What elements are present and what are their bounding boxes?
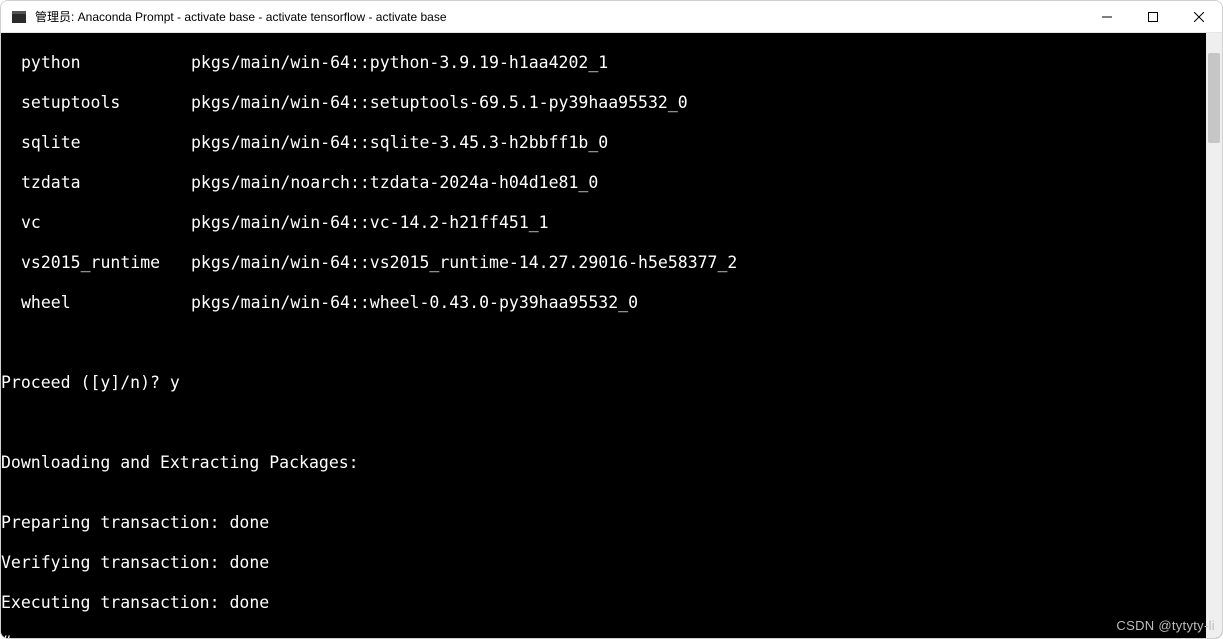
- package-spec: pkgs/main/win-64::sqlite-3.45.3-h2bbff1b…: [191, 133, 1206, 153]
- package-spec: pkgs/main/noarch::tzdata-2024a-h04d1e81_…: [191, 173, 1206, 193]
- titlebar[interactable]: 管理员: Anaconda Prompt - activate base - a…: [1, 1, 1222, 33]
- window-controls: [1084, 1, 1222, 32]
- minimize-button[interactable]: [1084, 1, 1130, 32]
- terminal-line: Executing transaction: done: [1, 593, 1206, 613]
- scrollbar-thumb[interactable]: [1208, 53, 1220, 143]
- terminal-body: pythonpkgs/main/win-64::python-3.9.19-h1…: [1, 33, 1222, 638]
- package-row: setuptoolspkgs/main/win-64::setuptools-6…: [1, 93, 1206, 113]
- terminal-window: 管理员: Anaconda Prompt - activate base - a…: [0, 0, 1223, 639]
- package-row: pythonpkgs/main/win-64::python-3.9.19-h1…: [1, 53, 1206, 73]
- proceed-prompt: Proceed ([y]/n)? y: [1, 373, 1206, 393]
- terminal-line: Verifying transaction: done: [1, 553, 1206, 573]
- package-row: tzdatapkgs/main/noarch::tzdata-2024a-h04…: [1, 173, 1206, 193]
- maximize-button[interactable]: [1130, 1, 1176, 32]
- package-row: sqlitepkgs/main/win-64::sqlite-3.45.3-h2…: [1, 133, 1206, 153]
- package-name: tzdata: [1, 173, 191, 193]
- close-button[interactable]: [1176, 1, 1222, 32]
- package-spec: pkgs/main/win-64::vc-14.2-h21ff451_1: [191, 213, 1206, 233]
- package-spec: pkgs/main/win-64::vs2015_runtime-14.27.2…: [191, 253, 1206, 273]
- terminal-line: #: [1, 633, 1206, 638]
- vertical-scrollbar[interactable]: [1206, 33, 1222, 638]
- terminal-line: Downloading and Extracting Packages:: [1, 453, 1206, 473]
- window-title: 管理员: Anaconda Prompt - activate base - a…: [35, 8, 1084, 25]
- package-spec: pkgs/main/win-64::setuptools-69.5.1-py39…: [191, 93, 1206, 113]
- terminal-line: Preparing transaction: done: [1, 513, 1206, 533]
- package-name: python: [1, 53, 191, 73]
- package-name: setuptools: [1, 93, 191, 113]
- terminal-icon: [11, 9, 27, 25]
- package-spec: pkgs/main/win-64::wheel-0.43.0-py39haa95…: [191, 293, 1206, 313]
- terminal-output[interactable]: pythonpkgs/main/win-64::python-3.9.19-h1…: [1, 33, 1206, 638]
- package-name: vc: [1, 213, 191, 233]
- package-name: sqlite: [1, 133, 191, 153]
- package-name: wheel: [1, 293, 191, 313]
- package-row: vs2015_runtimepkgs/main/win-64::vs2015_r…: [1, 253, 1206, 273]
- package-name: vs2015_runtime: [1, 253, 191, 273]
- watermark: CSDN @tytyty-li: [1116, 618, 1215, 633]
- package-row: vcpkgs/main/win-64::vc-14.2-h21ff451_1: [1, 213, 1206, 233]
- package-spec: pkgs/main/win-64::python-3.9.19-h1aa4202…: [191, 53, 1206, 73]
- package-row: wheelpkgs/main/win-64::wheel-0.43.0-py39…: [1, 293, 1206, 313]
